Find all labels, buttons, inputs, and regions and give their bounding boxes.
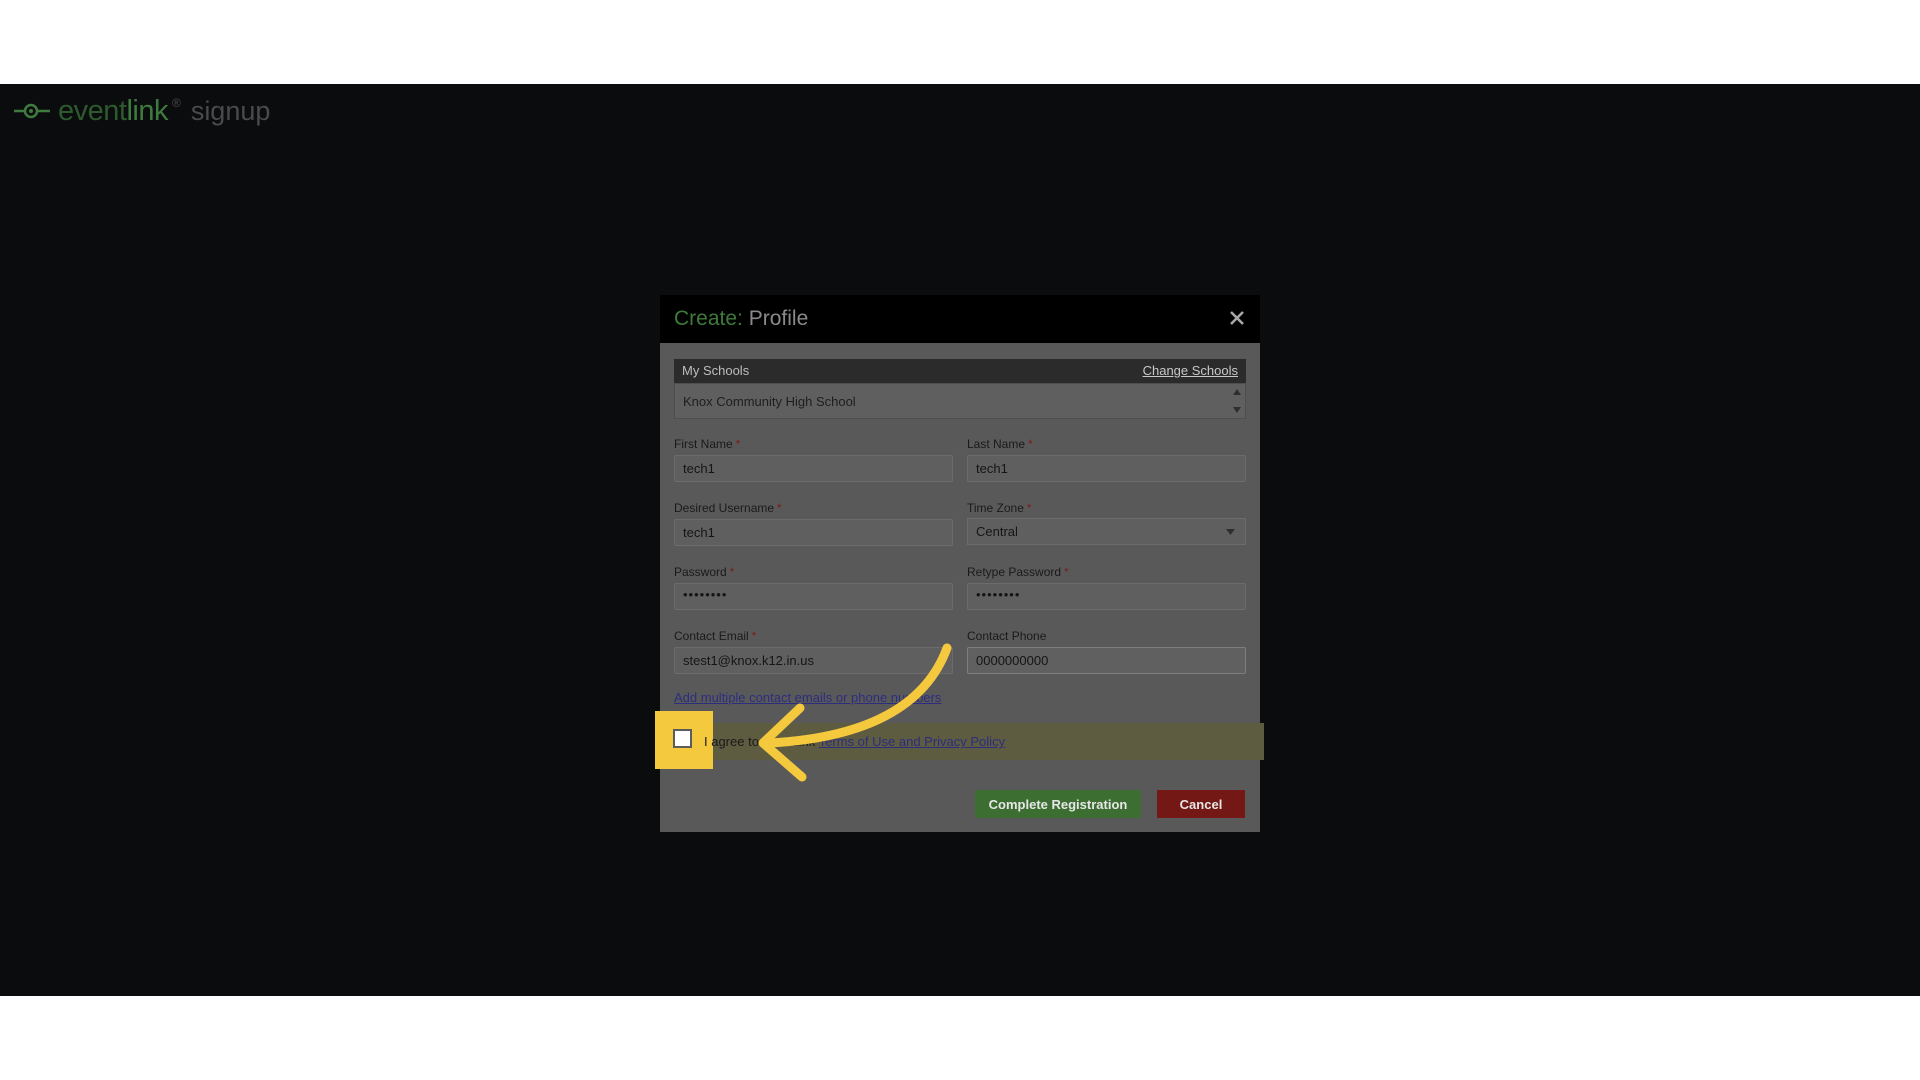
- my-schools-label: My Schools: [682, 363, 750, 378]
- retype-password-input[interactable]: ••••••••: [967, 583, 1246, 610]
- time-zone-select[interactable]: Central: [967, 518, 1246, 545]
- username-input[interactable]: tech1: [674, 519, 953, 546]
- last-name-label-text: Last Name: [967, 437, 1026, 451]
- time-zone-label: Time Zone *: [967, 501, 1032, 515]
- first-name-input[interactable]: tech1: [674, 455, 953, 482]
- password-value: ••••••••: [683, 587, 728, 602]
- eventlink-signup-logo: event link ® signup: [14, 94, 270, 128]
- modal-title: Create: Profile: [674, 307, 808, 331]
- contact-email-label: Contact Email *: [674, 629, 756, 643]
- terms-privacy-link[interactable]: Terms of Use and Privacy Policy: [819, 734, 1005, 749]
- contact-email-input[interactable]: stest1@knox.k12.in.us: [674, 647, 953, 674]
- first-name-label: First Name *: [674, 437, 740, 451]
- contact-email-label-text: Contact Email: [674, 629, 749, 643]
- time-zone-value: Central: [976, 524, 1018, 539]
- required-marker: *: [777, 501, 782, 515]
- first-name-label-text: First Name: [674, 437, 733, 451]
- cancel-button[interactable]: Cancel: [1157, 790, 1245, 818]
- logo-trademark: ®: [171, 96, 181, 110]
- contact-email-value: stest1@knox.k12.in.us: [683, 653, 814, 668]
- logo-brand-event: event: [58, 94, 127, 127]
- required-marker: *: [1028, 437, 1033, 451]
- add-multiple-contacts-link[interactable]: Add multiple contact emails or phone num…: [674, 690, 941, 705]
- close-button[interactable]: [1224, 305, 1250, 331]
- plug-connector-icon: [14, 103, 50, 119]
- triangle-down-icon[interactable]: [1231, 404, 1243, 416]
- required-marker: *: [729, 565, 735, 579]
- required-marker: *: [1026, 501, 1032, 515]
- time-zone-label-text: Time Zone: [967, 501, 1024, 515]
- terms-agree-checkbox[interactable]: [673, 729, 692, 748]
- required-marker: *: [751, 629, 757, 643]
- password-label: Password *: [674, 565, 734, 579]
- contact-phone-input[interactable]: 0000000000: [967, 647, 1246, 674]
- last-name-value: tech1: [976, 461, 1008, 476]
- retype-password-label: Retype Password *: [967, 565, 1069, 579]
- my-schools-header: My Schools Change Schools: [674, 359, 1246, 383]
- logo-brand-link: link: [126, 94, 168, 127]
- modal-header: Create: Profile: [660, 295, 1260, 343]
- last-name-input[interactable]: tech1: [967, 455, 1246, 482]
- required-marker: *: [1064, 565, 1069, 579]
- retype-password-label-text: Retype Password: [967, 565, 1062, 579]
- contact-phone-label-text: Contact Phone: [967, 629, 1047, 643]
- password-input[interactable]: ••••••••: [674, 583, 953, 610]
- terms-agreement-prefix: I agree to Eventlink: [704, 734, 819, 749]
- create-profile-modal: Create: Profile My Schools Change School…: [655, 295, 1264, 832]
- change-schools-link[interactable]: Change Schools: [1143, 363, 1238, 378]
- required-marker: *: [735, 437, 741, 451]
- contact-phone-value: 0000000000: [976, 653, 1049, 668]
- retype-password-value: ••••••••: [976, 587, 1021, 602]
- close-icon: [1230, 311, 1244, 325]
- chevron-down-icon: [1226, 529, 1235, 535]
- school-list-item[interactable]: Knox Community High School: [683, 394, 856, 409]
- last-name-label: Last Name *: [967, 437, 1033, 451]
- first-name-value: tech1: [683, 461, 715, 476]
- username-label-text: Desired Username: [674, 501, 775, 515]
- password-label-text: Password: [674, 565, 727, 579]
- complete-registration-button[interactable]: Complete Registration: [975, 790, 1141, 818]
- schools-list[interactable]: Knox Community High School: [674, 383, 1246, 419]
- username-value: tech1: [683, 525, 715, 540]
- triangle-up-icon[interactable]: [1231, 386, 1243, 398]
- contact-phone-label: Contact Phone: [967, 629, 1046, 643]
- modal-title-main: Profile: [748, 307, 809, 330]
- modal-title-prefix: Create:: [674, 307, 743, 330]
- terms-agreement-text: I agree to Eventlink Terms of Use and Pr…: [704, 734, 1005, 749]
- username-label: Desired Username *: [674, 501, 782, 515]
- logo-suffix: signup: [190, 95, 271, 126]
